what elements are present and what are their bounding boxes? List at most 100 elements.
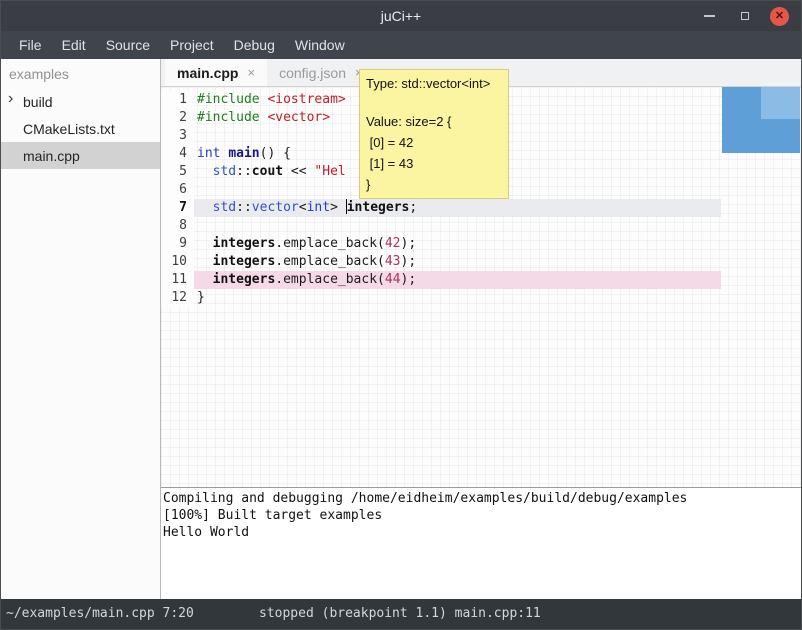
code-token xyxy=(197,254,213,269)
maximize-icon xyxy=(741,12,749,20)
scroll-overview-highlight xyxy=(761,87,800,119)
code-line: 11 integers.emplace_back(44); xyxy=(161,271,801,289)
code-token: std xyxy=(213,200,236,215)
line-number: 12 xyxy=(161,289,194,307)
code-token: integers xyxy=(213,272,276,287)
tree-item-cmakelists-txt[interactable]: CMakeLists.txt xyxy=(1,115,160,142)
status-debug-state: stopped (breakpoint 1.1) main.cpp:11 xyxy=(259,599,541,629)
tab-main-cpp[interactable]: main.cpp × xyxy=(165,59,267,86)
code-token xyxy=(197,200,213,215)
code-line: 10 integers.emplace_back(43); xyxy=(161,253,801,271)
line-number: 8 xyxy=(161,217,194,235)
status-file-position: ~/examples/main.cpp 7:20 xyxy=(6,599,194,629)
window-controls: ✕ xyxy=(700,1,789,31)
code-content[interactable]: } xyxy=(194,289,721,307)
code-token: 43 xyxy=(385,254,401,269)
code-token: int xyxy=(307,200,330,215)
sidebar: examples › build CMakeLists.txt main.cpp xyxy=(1,59,161,599)
chevron-right-icon: › xyxy=(8,90,13,108)
code-token: } xyxy=(197,290,205,305)
code-token: std xyxy=(213,164,236,179)
status-bar: ~/examples/main.cpp 7:20 stopped (breakp… xyxy=(1,599,801,629)
title-bar[interactable]: juCi++ ✕ xyxy=(1,1,801,31)
tooltip-line xyxy=(366,94,502,111)
tab-label: main.cpp xyxy=(177,65,238,81)
tooltip-line: } xyxy=(366,174,502,195)
tree-item-label: build xyxy=(23,94,53,110)
code-token: cout xyxy=(252,164,283,179)
code-token: > xyxy=(330,200,346,215)
line-number: 9 xyxy=(161,235,194,253)
code-token: :: xyxy=(236,200,252,215)
tooltip-line: [1] = 43 xyxy=(366,153,502,174)
code-token xyxy=(197,164,213,179)
code-content[interactable]: std::vector<int> integers; xyxy=(194,199,721,217)
terminal-output[interactable]: Compiling and debugging /home/eidheim/ex… xyxy=(161,487,801,599)
code-token: ); xyxy=(401,254,417,269)
code-token: < xyxy=(299,200,307,215)
line-number: 6 xyxy=(161,181,194,199)
tooltip-line: Value: size=2 { xyxy=(366,111,502,132)
code-line: 12} xyxy=(161,289,801,307)
code-token: 44 xyxy=(385,272,401,287)
code-content[interactable]: integers.emplace_back(42); xyxy=(194,235,721,253)
tab-label: config.json xyxy=(279,65,346,81)
code-line: 8 xyxy=(161,217,801,235)
file-tree: › build CMakeLists.txt main.cpp xyxy=(1,88,160,169)
line-number: 10 xyxy=(161,253,194,271)
code-token xyxy=(197,236,213,251)
scroll-overview[interactable] xyxy=(722,87,800,153)
code-content[interactable]: integers.emplace_back(44); xyxy=(194,271,721,289)
code-token: <vector> xyxy=(267,110,330,125)
code-token: ); xyxy=(401,236,417,251)
minimize-button[interactable] xyxy=(700,7,719,26)
line-number: 2 xyxy=(161,109,194,127)
menu-item-edit[interactable]: Edit xyxy=(52,31,96,59)
code-content[interactable] xyxy=(194,217,721,235)
close-button[interactable]: ✕ xyxy=(770,7,789,26)
tree-item-label: CMakeLists.txt xyxy=(23,121,115,137)
code-token: << xyxy=(283,164,314,179)
code-token: int xyxy=(197,146,220,161)
code-token: #include xyxy=(197,92,260,107)
menu-item-project[interactable]: Project xyxy=(160,31,224,59)
terminal-line: Compiling and debugging /home/eidheim/ex… xyxy=(163,490,801,507)
line-number: 1 xyxy=(161,91,194,109)
code-token: integers xyxy=(213,254,276,269)
line-number: 4 xyxy=(161,145,194,163)
code-content[interactable]: integers.emplace_back(43); xyxy=(194,253,721,271)
menu-bar: FileEditSourceProjectDebugWindow xyxy=(1,31,801,59)
minimize-icon xyxy=(704,15,715,17)
menu-item-debug[interactable]: Debug xyxy=(224,31,285,59)
tree-item-build[interactable]: › build xyxy=(1,88,160,115)
code-token: .emplace_back( xyxy=(275,272,385,287)
code-token: ; xyxy=(409,200,417,215)
menu-item-source[interactable]: Source xyxy=(96,31,160,59)
code-line: 7 std::vector<int> integers; xyxy=(161,199,801,217)
code-token: #include xyxy=(197,110,260,125)
maximize-button[interactable] xyxy=(735,7,754,26)
code-token: integers xyxy=(213,236,276,251)
terminal-line: Hello World xyxy=(163,524,801,541)
code-token: ); xyxy=(401,272,417,287)
close-icon: ✕ xyxy=(775,11,784,22)
code-token: () { xyxy=(260,146,291,161)
tooltip-line: Type: std::vector<int> xyxy=(366,73,502,94)
code-token: .emplace_back( xyxy=(275,254,385,269)
code-token: "Hel xyxy=(314,164,345,179)
tree-item-label: main.cpp xyxy=(23,148,80,164)
menu-item-window[interactable]: Window xyxy=(285,31,355,59)
code-token: 42 xyxy=(385,236,401,251)
code-token: integers xyxy=(347,200,410,215)
app-window: juCi++ ✕ FileEditSourceProjectDebugWindo… xyxy=(0,0,802,630)
close-tab-icon[interactable]: × xyxy=(247,65,255,80)
code-token: main xyxy=(228,146,259,161)
code-token: <iostream> xyxy=(267,92,345,107)
code-token xyxy=(197,272,213,287)
code-line: 9 integers.emplace_back(42); xyxy=(161,235,801,253)
line-number: 7 xyxy=(161,199,194,217)
debug-value-tooltip: Type: std::vector<int> Value: size=2 { [… xyxy=(359,69,509,199)
project-folder-label: examples xyxy=(1,59,160,88)
tree-item-main-cpp[interactable]: main.cpp xyxy=(1,142,160,169)
menu-item-file[interactable]: File xyxy=(9,31,52,59)
